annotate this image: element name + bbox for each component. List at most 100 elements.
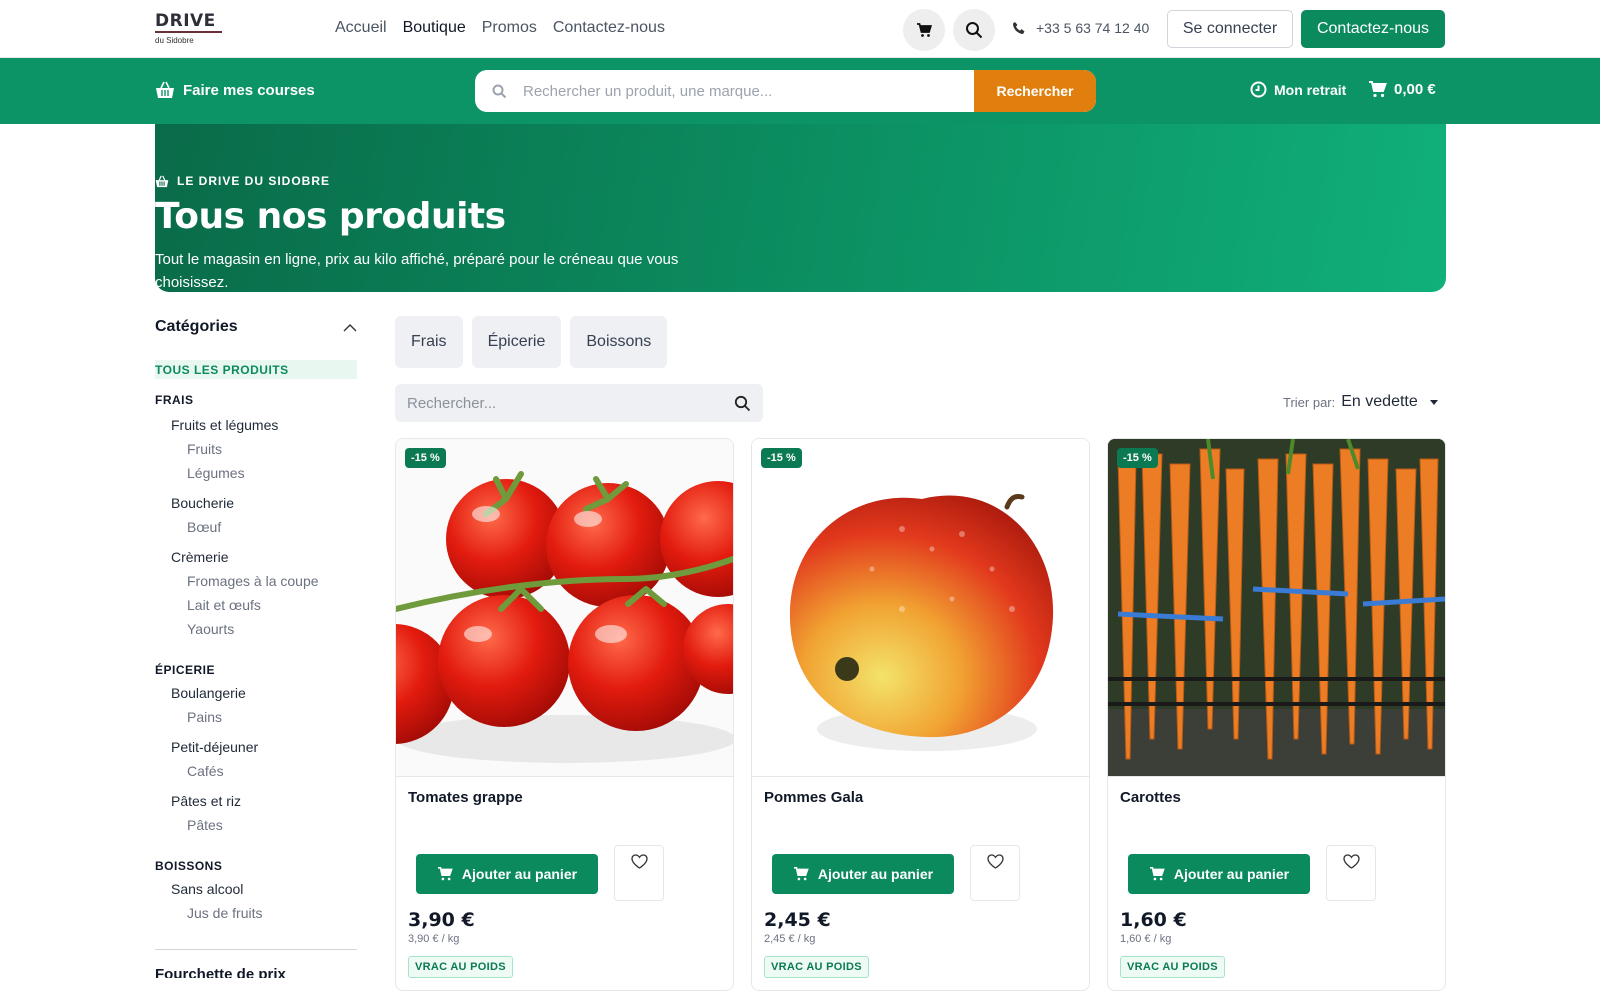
category-group-epicerie: ÉPICERIE Boulangerie Pains Petit-déjeune… [155, 663, 357, 833]
basket-icon [156, 81, 174, 98]
heart-icon [630, 854, 648, 869]
category-all-products[interactable]: TOUS LES PRODUITS [155, 360, 357, 379]
product-image[interactable]: -15 % [1108, 439, 1445, 777]
global-search-input[interactable] [523, 82, 974, 100]
subcategory-boucherie[interactable]: Boucherie [155, 495, 357, 511]
cart-total-amount: 0,00 € [1394, 81, 1436, 98]
pickup-label: Mon retrait [1274, 81, 1347, 98]
nav-link-boutique[interactable]: Boutique [403, 19, 466, 37]
caret-down-icon[interactable] [1429, 399, 1438, 405]
product-search-input[interactable] [407, 394, 734, 412]
discount-badge: -15 % [761, 448, 802, 468]
chip-boissons[interactable]: Boissons [570, 316, 668, 368]
leaf-pates[interactable]: Pâtes [155, 817, 357, 833]
discount-badge: -15 % [1117, 448, 1158, 468]
hero-kicker: LE DRIVE DU SIDOBRE [155, 174, 330, 188]
add-to-cart-label: Ajouter au panier [461, 866, 578, 882]
category-frais[interactable]: FRAIS [155, 393, 357, 407]
product-price: 1,60 € [1120, 909, 1187, 931]
category-epicerie[interactable]: ÉPICERIE [155, 663, 357, 677]
global-search: Rechercher [475, 70, 1096, 112]
unit-price: 3,90 € / kg [408, 933, 460, 945]
leaf-lait-oeufs[interactable]: Lait et œufs [155, 597, 357, 613]
leaf-fruits[interactable]: Fruits [155, 441, 357, 457]
cart-icon [437, 867, 453, 881]
bulk-tag: VRAC AU POIDS [1120, 956, 1225, 978]
search-icon[interactable] [734, 395, 751, 412]
product-image[interactable]: -15 % [396, 439, 733, 777]
add-to-cart-button[interactable]: Ajouter au panier [416, 854, 598, 894]
page-title: Tous nos produits [155, 196, 506, 237]
phone-icon [1013, 22, 1025, 34]
subcategory-sans-alcool[interactable]: Sans alcool [155, 881, 357, 897]
brand-logo[interactable]: DRIVE du Sidobre [155, 12, 225, 45]
phone-contact[interactable]: +33 5 63 74 12 40 [1012, 20, 1149, 36]
price-filter-heading[interactable]: Fourchette de prix [155, 966, 357, 978]
cart-icon [1149, 867, 1165, 881]
leaf-legumes[interactable]: Légumes [155, 465, 357, 481]
bulk-tag: VRAC AU POIDS [408, 956, 513, 978]
search-icon [966, 22, 983, 39]
subcategory-boulangerie[interactable]: Boulangerie [155, 685, 357, 701]
leaf-pains[interactable]: Pains [155, 709, 357, 725]
shop-link[interactable]: Faire mes courses [155, 81, 315, 99]
main-menu: Accueil Boutique Promos Contactez-nous [335, 19, 665, 37]
product-card[interactable]: -15 % Carottes Ajouter au panier 1,60 € … [1107, 438, 1446, 991]
cart-summary[interactable]: 0,00 € [1368, 81, 1436, 98]
chip-epicerie[interactable]: Épicerie [471, 316, 562, 368]
global-search-button[interactable]: Rechercher [974, 70, 1096, 112]
shop-bar: Faire mes courses Rechercher Mon retrait… [0, 58, 1600, 124]
category-group-frais: FRAIS Fruits et légumes Fruits Légumes B… [155, 393, 357, 637]
subcategory-pates-riz[interactable]: Pâtes et riz [155, 793, 357, 809]
wishlist-button[interactable] [970, 845, 1020, 901]
product-image[interactable]: -15 % [752, 439, 1089, 777]
add-to-cart-button[interactable]: Ajouter au panier [1128, 854, 1310, 894]
product-name[interactable]: Tomates grappe [408, 789, 523, 806]
categories-header[interactable]: Catégories [155, 316, 357, 338]
chevron-up-icon[interactable] [343, 323, 357, 332]
subcategory-petit-dejeuner[interactable]: Petit-déjeuner [155, 739, 357, 755]
subcategory-cremerie[interactable]: Crèmerie [155, 549, 357, 565]
sort-label: Trier par: [1283, 394, 1336, 410]
subcategory-fruits-legumes[interactable]: Fruits et légumes [155, 417, 357, 433]
cart-icon [1369, 81, 1387, 98]
leaf-fromages[interactable]: Fromages à la coupe [155, 573, 357, 589]
nav-link-contact[interactable]: Contactez-nous [553, 19, 665, 37]
hero-kicker-text: LE DRIVE DU SIDOBRE [177, 174, 331, 188]
search-toggle-button[interactable] [953, 9, 995, 51]
leaf-yaourts[interactable]: Yaourts [155, 621, 357, 637]
hero-subtitle: Tout le magasin en ligne, prix au kilo a… [155, 251, 679, 291]
apple-image [752, 439, 1089, 776]
cart-button[interactable] [903, 9, 945, 51]
hero-banner: LE DRIVE DU SIDOBRE Tous nos produits To… [155, 124, 1446, 292]
product-card[interactable]: -15 % Tomates grappe Ajouter au panier 3… [395, 438, 734, 991]
leaf-boeuf[interactable]: Bœuf [155, 519, 357, 535]
wishlist-button[interactable] [614, 845, 664, 901]
leaf-cafes[interactable]: Cafés [155, 763, 357, 779]
chip-frais[interactable]: Frais [395, 316, 463, 368]
bulk-tag: VRAC AU POIDS [764, 956, 869, 978]
pickup-link[interactable]: Mon retrait [1250, 81, 1346, 98]
contact-button[interactable]: Contactez-nous [1301, 10, 1445, 48]
add-to-cart-label: Ajouter au panier [1173, 866, 1290, 882]
nav-link-accueil[interactable]: Accueil [335, 19, 387, 37]
add-to-cart-button[interactable]: Ajouter au panier [772, 854, 954, 894]
sort-control[interactable]: Trier par: En vedette [1283, 393, 1438, 411]
sort-value[interactable]: En vedette [1341, 393, 1418, 411]
heart-icon [986, 854, 1004, 869]
tomatoes-image [396, 439, 733, 776]
product-name[interactable]: Pommes Gala [764, 789, 863, 806]
categories-title: Catégories [155, 318, 238, 335]
unit-price: 1,60 € / kg [1120, 933, 1172, 945]
nav-link-promos[interactable]: Promos [482, 19, 537, 37]
leaf-jus-de-fruits[interactable]: Jus de fruits [155, 905, 357, 921]
search-icon [475, 84, 523, 99]
brand-tagline: du Sidobre [155, 36, 194, 45]
product-card[interactable]: -15 % Pommes Gala Ajouter au panier 2,45… [751, 438, 1090, 991]
category-sidebar: Catégories TOUS LES PRODUITS FRAIS Fruit… [155, 316, 357, 978]
wishlist-button[interactable] [1326, 845, 1376, 901]
category-boissons[interactable]: BOISSONS [155, 859, 357, 873]
basket-icon [155, 175, 169, 187]
product-name[interactable]: Carottes [1120, 789, 1181, 806]
login-button[interactable]: Se connecter [1167, 10, 1293, 48]
